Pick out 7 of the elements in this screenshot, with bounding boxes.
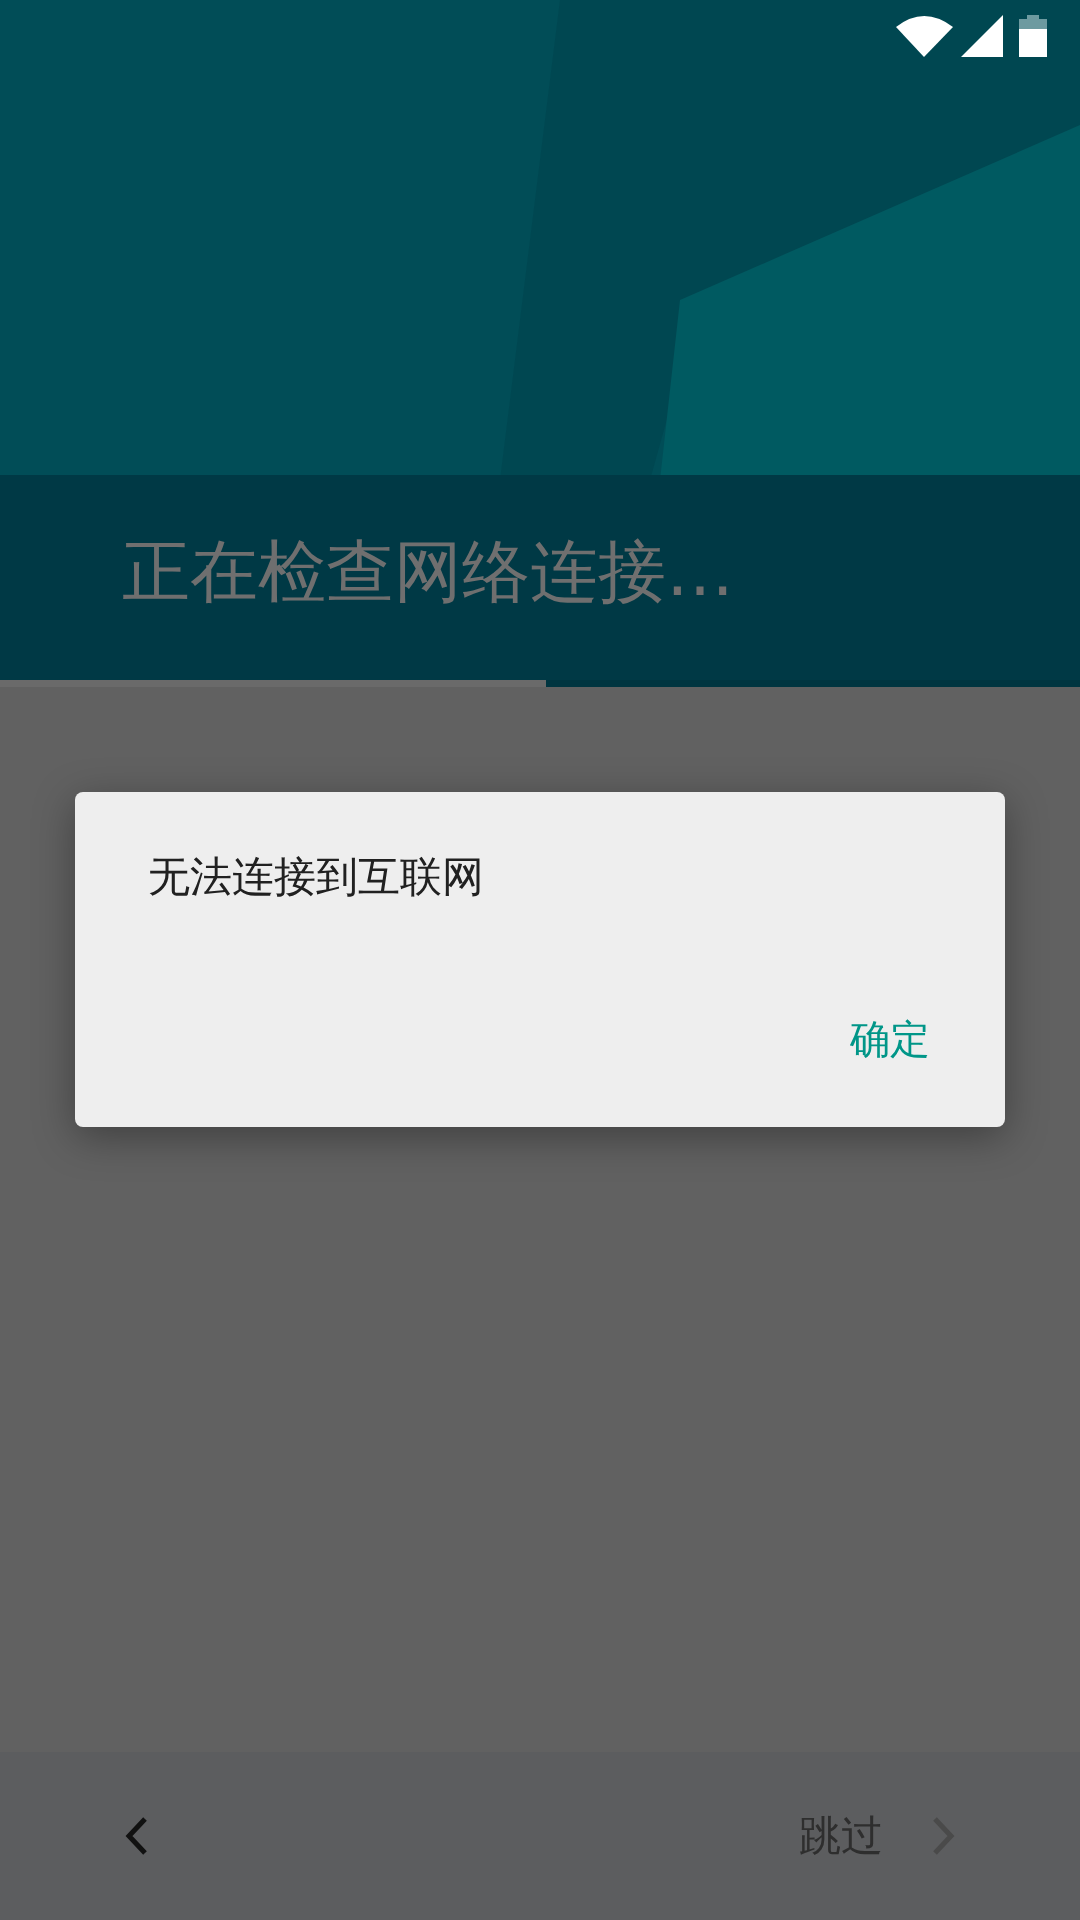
page-title: 正在检查网络连接… bbox=[122, 535, 735, 610]
ok-button[interactable]: 确定 bbox=[850, 1015, 930, 1063]
wifi-icon bbox=[896, 15, 953, 57]
battery-icon bbox=[1019, 15, 1047, 57]
back-icon[interactable] bbox=[125, 1816, 149, 1856]
dialog-message: 无法连接到互联网 bbox=[148, 852, 485, 903]
signal-icon bbox=[961, 15, 1003, 57]
